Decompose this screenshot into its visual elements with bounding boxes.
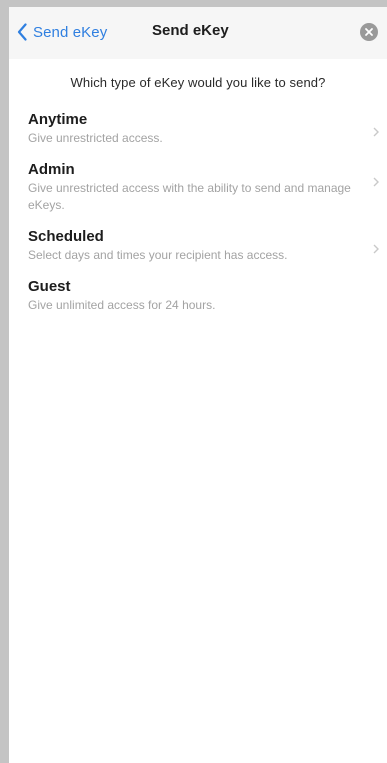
page-title: Send eKey: [152, 22, 229, 39]
ekey-type-prompt: Which type of eKey would you like to sen…: [70, 75, 326, 90]
option-description: Select days and times your recipient has…: [28, 248, 288, 262]
option-description: Give unlimited access for 24 hours.: [28, 298, 216, 312]
close-button[interactable]: [360, 23, 378, 41]
back-button[interactable]: Send eKey: [17, 21, 107, 43]
chevron-right-icon: [373, 177, 379, 187]
chevron-right-icon: [373, 244, 379, 254]
option-anytime[interactable]: Anytime Give unrestricted access.: [9, 111, 387, 147]
close-circle-icon: [360, 23, 378, 41]
option-guest[interactable]: Guest Give unlimited access for 24 hours…: [9, 278, 387, 314]
option-title: Guest: [28, 278, 71, 295]
chevron-left-icon: [17, 23, 27, 41]
option-title: Admin: [28, 161, 75, 178]
ekey-type-list: Anytime Give unrestricted access. Admin …: [9, 111, 387, 314]
chevron-right-icon: [373, 127, 379, 137]
screen: Send eKey Send eKey Which type of eKey w…: [9, 7, 387, 763]
option-title: Scheduled: [28, 228, 104, 245]
back-button-label: Send eKey: [33, 23, 108, 41]
navigation-bar: Send eKey Send eKey: [9, 7, 387, 59]
option-description: Give unrestricted access.: [28, 131, 163, 145]
option-scheduled[interactable]: Scheduled Select days and times your rec…: [9, 228, 387, 264]
option-admin[interactable]: Admin Give unrestricted access with the …: [9, 161, 387, 214]
option-description: Give unrestricted access with the abilit…: [28, 181, 351, 212]
option-title: Anytime: [28, 111, 88, 128]
